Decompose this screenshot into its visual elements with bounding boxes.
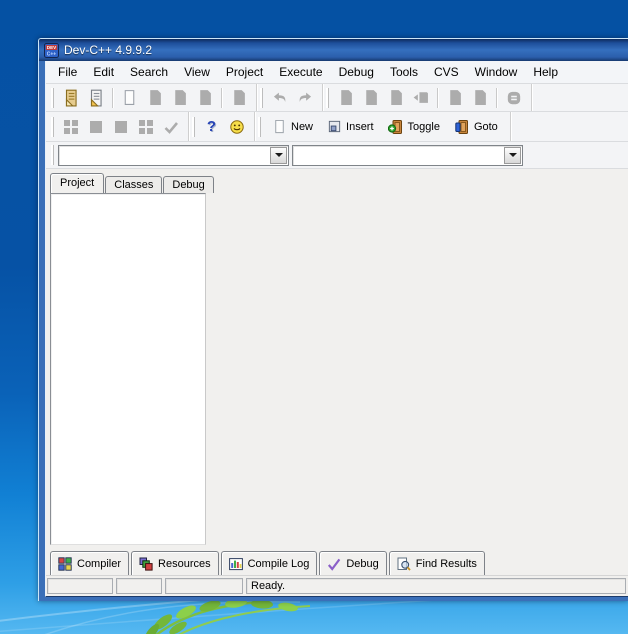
tab-debug-label: Debug [346,558,378,570]
member-combobox-dropdown-button[interactable] [504,147,521,164]
squares-grid-icon-button [58,115,83,139]
debug-button [442,86,467,110]
question-mark-icon: ? [207,119,216,134]
client-area: Project Classes Debug Compiler Resources [46,169,628,575]
menu-item-project[interactable]: Project [218,62,271,82]
compile-button [333,86,358,110]
insert-button[interactable]: Insert [320,115,381,139]
titlebar[interactable]: Dev-C++ 4.9.9.2 [39,39,628,61]
menu-item-help[interactable]: Help [525,62,566,82]
side-tab-bar: Project Classes Debug [50,172,215,193]
new-project-button[interactable] [58,86,83,110]
toolbar-grip[interactable] [192,117,194,137]
status-panel-1 [47,578,113,594]
compile-log-chart-icon [229,557,243,571]
smiley-icon [229,119,245,135]
tab-compiler[interactable]: Compiler [50,551,129,575]
toolbar-grip[interactable] [51,88,53,108]
solid-square-icon-button [83,115,108,139]
new-source-button[interactable] [117,86,142,110]
menu-item-debug[interactable]: Debug [331,62,382,82]
menu-item-edit[interactable]: Edit [85,62,122,82]
toolbar-grip[interactable] [258,117,260,137]
compile-and-run-button [383,86,408,110]
devcpp-window: Dev-C++ 4.9.9.2 File Edit Search View Pr… [38,38,628,601]
menu-item-execute[interactable]: Execute [271,62,330,82]
tab-find-results-label: Find Results [416,558,477,570]
tab-debug[interactable]: Debug [163,176,213,193]
solid-square-icon-button-2 [108,115,133,139]
toolbar-grip[interactable] [326,88,328,108]
run-button [358,86,383,110]
save-button [142,86,167,110]
redo-button [292,86,317,110]
member-combobox[interactable] [292,145,523,166]
toolbar-grip[interactable] [51,145,53,165]
tab-compile-log[interactable]: Compile Log [221,551,318,575]
tab-find-results[interactable]: Find Results [389,551,485,575]
chevron-down-icon [275,153,283,157]
menu-bar: File Edit Search View Project Execute De… [46,61,628,84]
toolbar-grip[interactable] [51,117,53,137]
menu-item-cvs[interactable]: CVS [426,62,467,82]
tab-project[interactable]: Project [50,173,104,193]
tab-resources[interactable]: Resources [131,551,219,575]
tab-compiler-label: Compiler [77,558,121,570]
insert-icon [327,119,342,134]
resources-stack-icon [139,557,153,571]
class-browser-toolbar [46,142,628,169]
menu-item-view[interactable]: View [176,62,218,82]
window-body: File Edit Search View Project Execute De… [45,61,628,597]
new-bookmark-label: New [291,121,313,133]
menu-item-tools[interactable]: Tools [382,62,426,82]
save-all-button [167,86,192,110]
goto-button[interactable]: Goto [447,115,505,139]
blank-page-icon [272,119,287,134]
status-bar: Ready. [46,575,628,596]
tab-resources-label: Resources [158,558,211,570]
toggle-button[interactable]: Toggle [381,115,447,139]
goto-bookmark-icon [454,119,470,135]
status-panel-3 [165,578,243,594]
profile-button [467,86,492,110]
compiler-grid-icon [58,557,72,571]
profile-analysis-button [501,86,526,110]
print-button [226,86,251,110]
project-tree-panel[interactable] [50,193,206,545]
rebuild-all-button [408,86,433,110]
desktop: Dev-C++ 4.9.9.2 File Edit Search View Pr… [0,0,628,634]
main-toolbar [46,84,628,112]
second-toolbar: ? New Insert Toggle [46,112,628,142]
close-button [192,86,217,110]
window-title: Dev-C++ 4.9.9.2 [64,43,152,57]
bottom-tab-bar: Compiler Resources Compile Log Debug [50,549,487,575]
check-icon-button [158,115,183,139]
menu-item-window[interactable]: Window [467,62,526,82]
help-button[interactable]: ? [199,115,224,139]
class-combobox[interactable] [58,145,289,166]
open-button[interactable] [83,86,108,110]
app-icon[interactable] [44,43,59,58]
squares-grid-icon-button-2 [133,115,158,139]
menu-item-file[interactable]: File [50,62,85,82]
undo-button [267,86,292,110]
find-results-magnifier-icon [397,557,411,571]
chevron-down-icon [509,153,517,157]
class-combobox-dropdown-button[interactable] [270,147,287,164]
toolbar-grip[interactable] [260,88,262,108]
new-bookmark-button[interactable]: New [265,115,320,139]
status-message: Ready. [246,578,626,594]
tab-classes[interactable]: Classes [105,176,162,193]
debug-check-icon [327,557,341,571]
about-button[interactable] [224,115,249,139]
menu-item-search[interactable]: Search [122,62,176,82]
insert-label: Insert [346,121,374,133]
tab-debug-bottom[interactable]: Debug [319,551,386,575]
toggle-bookmark-icon [388,119,404,135]
status-panel-2 [116,578,162,594]
toggle-label: Toggle [408,121,440,133]
tab-compile-log-label: Compile Log [248,558,310,570]
goto-label: Goto [474,121,498,133]
